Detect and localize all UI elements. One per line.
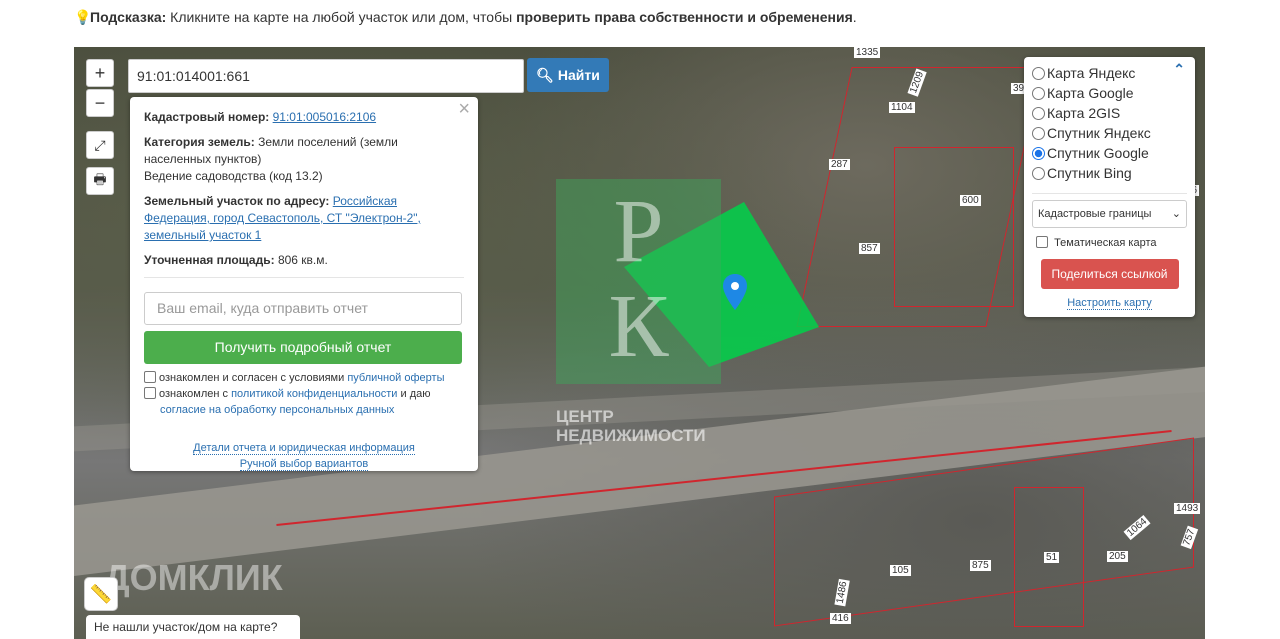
cadastral-number-link[interactable]: 91:01:005016:2106	[273, 110, 376, 124]
search-icon: 🔍︎	[536, 66, 554, 83]
map[interactable]: 1335 1209 1104 287 39 600 857 36 105 875…	[74, 47, 1205, 639]
layer-option[interactable]: Спутник Bing	[1032, 163, 1187, 183]
chevron-down-icon: ⌄	[1171, 208, 1181, 220]
watermark-logo: РК	[556, 179, 721, 384]
lightbulb-icon: 💡	[74, 9, 92, 25]
search-input[interactable]: 91:01:014001:661	[128, 59, 524, 93]
layer-option[interactable]: Спутник Яндекс	[1032, 123, 1187, 143]
map-pin-icon[interactable]	[723, 274, 747, 310]
layer-option[interactable]: Карта Google	[1032, 83, 1187, 103]
domclick-watermark: ДОМКЛИК	[104, 557, 283, 598]
share-link-button[interactable]: Поделиться ссылкой	[1040, 259, 1179, 289]
print-button[interactable]: 🖶	[86, 167, 114, 195]
offer-checkbox[interactable]	[144, 371, 156, 383]
thematic-checkbox[interactable]	[1036, 236, 1048, 248]
details-link[interactable]: Детали отчета и юридическая информация	[193, 442, 415, 455]
chevron-up-icon[interactable]: ⌃	[1173, 61, 1185, 78]
parcel-boundary	[894, 147, 1014, 307]
zoom-in-button[interactable]: +	[86, 59, 114, 87]
measure-button[interactable]: 📏	[84, 577, 118, 611]
printer-icon: 🖶	[93, 171, 107, 187]
zoom-out-button[interactable]: −	[86, 89, 114, 117]
watermark-text: ЦЕНТР НЕДВИЖИМОСТИ	[556, 407, 706, 445]
get-report-button[interactable]: Получить подробный отчет	[144, 331, 462, 364]
configure-map-link[interactable]: Настроить карту	[1067, 297, 1152, 310]
ruler-icon: 📏	[89, 583, 113, 604]
close-icon[interactable]: ×	[458, 99, 470, 119]
privacy-link[interactable]: политикой конфиденциальности	[231, 388, 397, 400]
offer-link[interactable]: публичной оферты	[347, 372, 444, 384]
layer-option-selected[interactable]: Спутник Google	[1032, 143, 1187, 163]
layer-option[interactable]: Карта Яндекс	[1032, 63, 1187, 83]
privacy-checkbox[interactable]	[144, 387, 156, 399]
layer-option[interactable]: Карта 2GIS	[1032, 103, 1187, 123]
hint-bar: 💡Подсказка: Кликните на карте на любой у…	[74, 9, 857, 25]
expand-icon: ⤢	[94, 136, 106, 153]
find-button[interactable]: 🔍︎ Найти	[527, 58, 609, 92]
manual-choice-link[interactable]: Ручной выбор вариантов	[239, 458, 369, 471]
not-found-button[interactable]: Не нашли участок/дом на карте?	[86, 615, 300, 639]
parcel-info-popup: × Кадастровый номер: 91:01:005016:2106 К…	[130, 97, 478, 471]
fullscreen-button[interactable]: ⤢	[86, 131, 114, 159]
overlay-select[interactable]: Кадастровые границы ⌄	[1032, 200, 1187, 228]
layers-panel: ⌃ Карта Яндекс Карта Google Карта 2GIS С…	[1024, 57, 1195, 317]
consent-link[interactable]: согласие на обработку персональных данны…	[144, 404, 394, 416]
email-input[interactable]: Ваш email, куда отправить отчет	[144, 292, 462, 325]
